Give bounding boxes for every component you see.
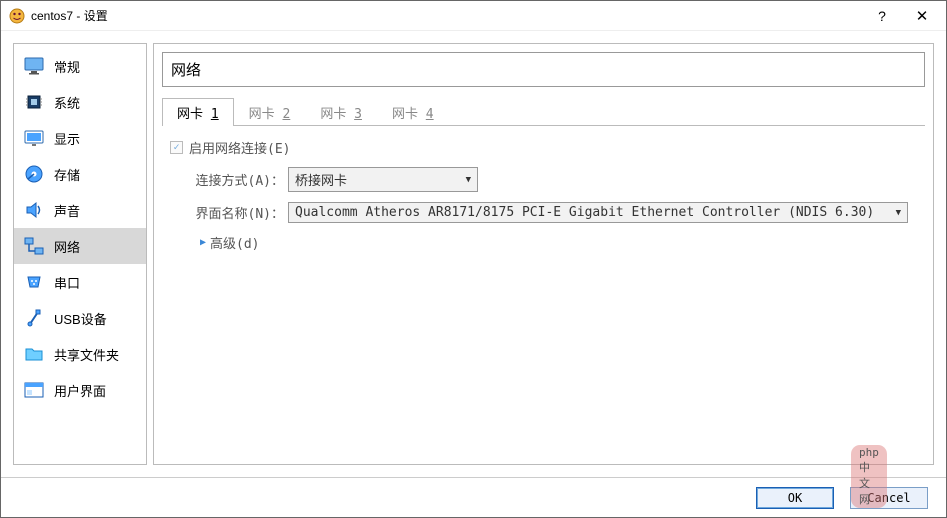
- sidebar-item-audio[interactable]: 声音: [14, 192, 146, 228]
- sidebar-item-label: 声音: [54, 201, 80, 220]
- sidebar-item-label: 系统: [54, 93, 80, 112]
- chevron-down-icon: ▼: [896, 208, 901, 218]
- tab-adapter-2[interactable]: 网卡 2: [234, 98, 306, 126]
- window-body: 常规 系统 显示 存储 声音 网络: [1, 31, 946, 477]
- sidebar-item-serial[interactable]: 串口: [14, 264, 146, 300]
- enable-adapter-checkbox[interactable]: ✓: [170, 141, 183, 154]
- sidebar-item-general[interactable]: 常规: [14, 48, 146, 84]
- sidebar-item-network[interactable]: 网络: [14, 228, 146, 264]
- ui-icon: [24, 381, 44, 399]
- adapter-tab-body: ✓ 启用网络连接(E) 连接方式(A)： 桥接网卡 ▼ 界面名称(N)： Qua…: [154, 126, 933, 274]
- attached-dropdown[interactable]: 桥接网卡 ▼: [288, 167, 478, 192]
- triangle-right-icon: ▶: [200, 237, 206, 248]
- chevron-down-icon: ▼: [466, 175, 471, 185]
- sidebar-item-usb[interactable]: USB设备: [14, 300, 146, 336]
- sidebar-item-storage[interactable]: 存储: [14, 156, 146, 192]
- attached-row: 连接方式(A)： 桥接网卡 ▼: [184, 167, 917, 192]
- help-button[interactable]: ?: [862, 8, 902, 24]
- name-dropdown[interactable]: Qualcomm Atheros AR8171/8175 PCI-E Gigab…: [288, 202, 908, 223]
- attached-label: 连接方式(A)：: [184, 170, 284, 189]
- usb-icon: [24, 309, 44, 327]
- window-title: centos7 - 设置: [31, 7, 862, 24]
- sidebar-item-label: 网络: [54, 237, 80, 256]
- page-title: 网络: [162, 52, 925, 87]
- close-button[interactable]: ✕: [902, 7, 942, 25]
- dialog-footer: OK Cancel php中文网: [1, 477, 946, 517]
- sidebar-item-user-interface[interactable]: 用户界面: [14, 372, 146, 408]
- advanced-row: ▶ 高级(d): [170, 233, 917, 252]
- attached-value: 桥接网卡: [295, 170, 347, 189]
- advanced-toggle[interactable]: ▶ 高级(d): [200, 233, 260, 252]
- folder-icon: [24, 345, 44, 363]
- sidebar-item-label: 存储: [54, 165, 80, 184]
- ok-button[interactable]: OK: [756, 487, 834, 509]
- sidebar-item-label: 显示: [54, 129, 80, 148]
- sidebar-item-label: USB设备: [54, 309, 107, 328]
- chip-icon: [24, 93, 44, 111]
- tab-adapter-4[interactable]: 网卡 4: [377, 98, 449, 126]
- network-icon: [24, 237, 44, 255]
- cancel-button[interactable]: Cancel php中文网: [850, 487, 928, 509]
- adapter-tabs: 网卡 1 网卡 2 网卡 3 网卡 4: [162, 97, 925, 126]
- sidebar-item-label: 串口: [54, 273, 80, 292]
- sidebar-item-label: 共享文件夹: [54, 345, 119, 364]
- titlebar: centos7 - 设置 ? ✕: [1, 1, 946, 31]
- app-icon: [9, 8, 25, 24]
- sidebar-item-label: 用户界面: [54, 381, 106, 400]
- enable-adapter-row: ✓ 启用网络连接(E): [170, 138, 917, 157]
- speaker-icon: [24, 201, 44, 219]
- enable-adapter-label: 启用网络连接(E): [189, 138, 290, 157]
- disk-icon: [24, 165, 44, 183]
- name-row: 界面名称(N)： Qualcomm Atheros AR8171/8175 PC…: [184, 202, 917, 223]
- sidebar-item-display[interactable]: 显示: [14, 120, 146, 156]
- sidebar-item-label: 常规: [54, 57, 80, 76]
- content-panel: 网络 网卡 1 网卡 2 网卡 3 网卡 4 ✓ 启用网络连接(E) 连接方式(…: [153, 43, 934, 465]
- tab-adapter-3[interactable]: 网卡 3: [305, 98, 377, 126]
- name-label: 界面名称(N)：: [184, 203, 284, 222]
- advanced-label: 高级(d): [210, 233, 259, 252]
- category-sidebar: 常规 系统 显示 存储 声音 网络: [13, 43, 147, 465]
- sidebar-item-shared-folders[interactable]: 共享文件夹: [14, 336, 146, 372]
- name-value: Qualcomm Atheros AR8171/8175 PCI-E Gigab…: [295, 205, 874, 220]
- settings-window: centos7 - 设置 ? ✕ 常规 系统 显示 存储: [0, 0, 947, 518]
- serial-icon: [24, 273, 44, 291]
- monitor-icon: [24, 57, 44, 75]
- display-icon: [24, 129, 44, 147]
- tab-adapter-1[interactable]: 网卡 1: [162, 98, 234, 126]
- sidebar-item-system[interactable]: 系统: [14, 84, 146, 120]
